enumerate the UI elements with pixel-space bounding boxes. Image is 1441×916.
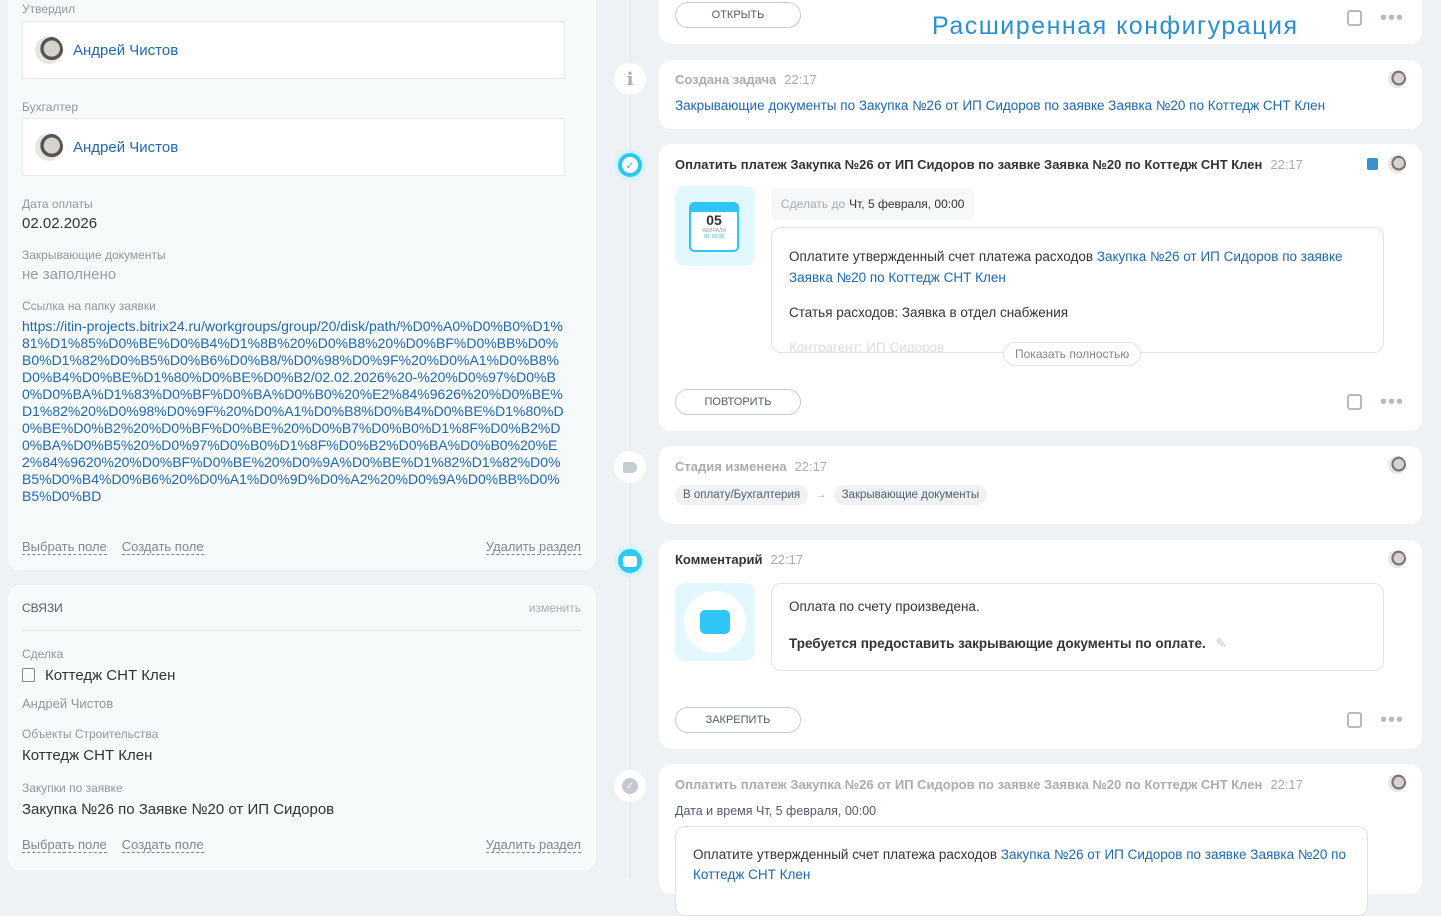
calendar-icon: 05 ФЕВРАЛЯ ЧТ 00:00 — [675, 186, 755, 266]
objects-label: Объекты Строительства — [22, 727, 159, 741]
done-task-description: Оплатите утвержденный счет платежа расхо… — [675, 826, 1368, 916]
approved-label: Утвердил — [22, 2, 76, 16]
closing-docs: не заполнено — [22, 266, 117, 283]
approved-user[interactable]: Андрей Чистов — [22, 21, 565, 79]
stage-to: Закрывающие документы — [833, 485, 988, 505]
event-title: Стадия изменена — [675, 459, 787, 474]
pay-date: 02.02.2026 — [22, 215, 98, 232]
avatar — [1388, 550, 1406, 568]
note-icon[interactable] — [1346, 712, 1362, 728]
comment-icon — [614, 545, 646, 577]
event-time: 22:17 — [784, 72, 817, 87]
pin-button[interactable]: ЗАКРЕПИТЬ — [675, 707, 801, 733]
done-check-icon: ✓ — [614, 770, 646, 802]
event-title: Создана задача — [675, 72, 777, 87]
status-square-icon — [1367, 158, 1378, 170]
more-icon[interactable]: ••• — [1380, 392, 1404, 412]
task-link[interactable]: Закрывающие документы по Закупка №26 от … — [675, 98, 1325, 113]
avatar — [35, 133, 63, 161]
comment-card: Комментарий 22:17 Оплата по счету произве… — [659, 540, 1422, 749]
note-icon[interactable] — [1346, 394, 1362, 410]
info-icon: i — [614, 63, 646, 95]
task-card: Оплатить платеж Закупка №26 от ИП Сидоро… — [659, 144, 1422, 431]
event-time: 22:17 — [1270, 777, 1303, 792]
folder-link[interactable]: https://itin-projects.bitrix24.ru/workgr… — [22, 318, 567, 505]
deal-label: Сделка — [22, 647, 64, 661]
deal-icon — [22, 668, 35, 682]
select-field-link[interactable]: Выбрать поле — [22, 838, 107, 853]
edit-link[interactable]: изменить — [529, 601, 581, 615]
edit-pencil-icon[interactable]: ✎ — [1216, 636, 1227, 651]
select-field-link[interactable]: Выбрать поле — [22, 540, 107, 555]
more-icon[interactable]: ••• — [1380, 710, 1404, 730]
create-field-link[interactable]: Создать поле — [121, 838, 204, 853]
avatar — [1388, 456, 1406, 474]
deal-owner: Андрей Чистов — [22, 696, 114, 711]
stage-card: Стадия изменена 22:17 В оплату/Бухгалтери… — [659, 446, 1422, 524]
avatar — [1388, 774, 1406, 792]
avatar — [1388, 155, 1406, 173]
deadline-badge[interactable]: Сделать до Чт, 5 февраля, 00:00 — [771, 188, 975, 220]
objects-value[interactable]: Коттедж СНТ Клен — [22, 747, 152, 764]
user-name[interactable]: Андрей Чистов — [73, 42, 178, 59]
event-time: 22:17 — [770, 552, 804, 567]
event-time: 22:17 — [1270, 157, 1303, 172]
pay-date-label: Дата оплаты — [22, 197, 93, 211]
top-card: ОТКРЫТЬ Расширенная конфигурация ••• — [659, 0, 1422, 44]
done-task-card: Оплатить платеж Закупка №26 от ИП Сидоро… — [659, 764, 1422, 916]
note-icon[interactable] — [1346, 10, 1362, 26]
task-title[interactable]: Оплатить платеж Закупка №26 от ИП Сидоро… — [675, 777, 1262, 792]
avatar — [35, 36, 63, 64]
accountant-user[interactable]: Андрей Чистов — [22, 118, 565, 176]
created-task-card: Создана задача 22:17 Закрывающие документ… — [659, 60, 1422, 129]
user-name[interactable]: Андрей Чистов — [73, 139, 178, 156]
open-button[interactable]: ОТКРЫТЬ — [675, 2, 801, 28]
event-time: 22:17 — [794, 459, 828, 474]
deal-value[interactable]: Коттедж СНТ Клен — [22, 667, 175, 684]
watermark: Расширенная конфигурация — [932, 12, 1299, 40]
timeline-line — [630, 0, 631, 879]
comment-bubble-icon — [675, 583, 755, 661]
check-circle-icon[interactable]: ✓ — [614, 149, 646, 181]
create-field-link[interactable]: Создать поле — [121, 540, 204, 555]
task-description: Оплатите утвержденный счет платежа расхо… — [771, 227, 1384, 353]
comment-text: Оплата по счету произведена. Требуется п… — [771, 583, 1384, 671]
links-panel: СВЯЗИ изменить Сделка Коттедж СНТ Клен А… — [8, 585, 596, 870]
delete-section-link[interactable]: Удалить раздел — [485, 540, 581, 555]
accountant-label: Бухгалтер — [22, 100, 79, 114]
avatar — [1388, 70, 1406, 88]
delete-section-link[interactable]: Удалить раздел — [485, 838, 581, 853]
links-title: СВЯЗИ — [22, 601, 63, 615]
purchases-value[interactable]: Закупка №26 по Заявке №20 от ИП Сидоров — [22, 801, 334, 818]
stage-from: В оплату/Бухгалтерия — [675, 485, 809, 505]
show-full-button[interactable]: Показать полностью — [1003, 342, 1142, 366]
task-title[interactable]: Оплатить платеж Закупка №26 от ИП Сидоро… — [675, 157, 1262, 172]
purchases-label: Закупки по заявке — [22, 781, 123, 795]
folder-link-label: Ссылка на папку заявки — [22, 299, 156, 313]
arrow-right-icon: → — [815, 489, 827, 501]
stage-tag-icon — [614, 451, 646, 483]
repeat-button[interactable]: ПОВТОРИТЬ — [675, 389, 801, 415]
event-title: Комментарий — [675, 552, 763, 567]
closing-docs-label: Закрывающие документы — [22, 248, 166, 262]
more-icon[interactable]: ••• — [1380, 8, 1404, 28]
fields-panel: Утвердил Андрей Чистов Бухгалтер Андрей … — [8, 0, 596, 570]
